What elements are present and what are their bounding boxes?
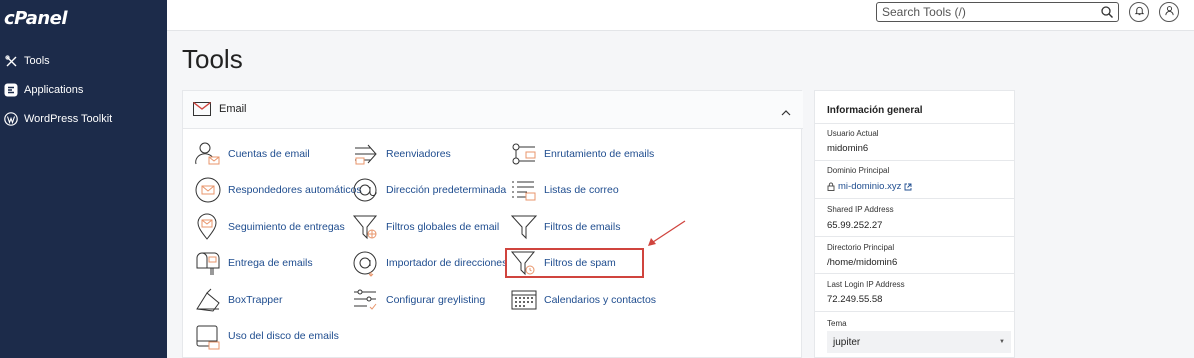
address-importer-icon <box>351 248 381 278</box>
tool-label: Reenviadores <box>386 148 451 160</box>
tool-label: Enrutamiento de emails <box>544 148 655 160</box>
tool-label: Seguimiento de entregas <box>228 221 345 233</box>
home-directory-value: /home/midomin6 <box>827 257 898 268</box>
email-routing-icon <box>509 139 539 169</box>
email-panel-title: Email <box>219 103 247 115</box>
mailing-lists-icon <box>509 175 539 205</box>
last-login-value: 72.249.55.58 <box>827 294 883 305</box>
autoresponders-icon <box>193 175 223 205</box>
tool-label: Cuentas de email <box>228 148 310 160</box>
tool-email-disk-usage[interactable]: Uso del disco de emails <box>193 321 339 351</box>
email-panel-header[interactable]: Email <box>183 91 803 129</box>
sidebar-item-label: Applications <box>24 84 84 96</box>
user-menu-button[interactable] <box>1159 2 1179 22</box>
current-user-label: Usuario Actual <box>827 129 879 138</box>
tool-label: Calendarios y contactos <box>544 294 657 306</box>
shared-ip-label: Shared IP Address <box>827 205 894 214</box>
theme-select[interactable]: jupiter ▼ <box>827 331 1011 353</box>
tool-boxtrapper[interactable]: BoxTrapper <box>193 285 282 315</box>
search-box <box>876 2 1119 22</box>
theme-label: Tema <box>827 319 847 328</box>
sidebar-item-label: Tools <box>24 55 50 67</box>
user-icon <box>1164 3 1175 21</box>
tool-address-importer[interactable]: Importador de direcciones <box>351 248 507 278</box>
envelope-icon <box>193 101 211 121</box>
tool-email-delivery[interactable]: Entrega de emails <box>193 248 313 278</box>
tool-label: Filtros de emails <box>544 221 621 233</box>
tool-label: Entrega de emails <box>228 257 313 269</box>
wordpress-icon <box>4 112 18 126</box>
tool-email-accounts[interactable]: Cuentas de email <box>193 139 310 169</box>
email-delivery-icon <box>193 248 223 278</box>
info-row-current-user: Usuario Actual midomin6 <box>815 123 1014 160</box>
default-address-icon <box>351 175 381 205</box>
top-header <box>167 0 1194 31</box>
info-row-primary-domain: Dominio Principal mi-dominio.xyz <box>815 160 1014 198</box>
tool-label: Uso del disco de emails <box>228 330 339 342</box>
sidebar-item-tools[interactable]: Tools <box>0 49 167 73</box>
annotation-arrow-icon <box>648 220 686 246</box>
email-accounts-icon <box>193 139 223 169</box>
primary-domain-value: mi-dominio.xyz <box>827 181 912 192</box>
chevron-up-icon[interactable] <box>781 104 791 122</box>
info-row-shared-ip: Shared IP Address 65.99.252.27 <box>815 198 1014 236</box>
info-row-home-directory: Directorio Principal /home/midomin6 <box>815 236 1014 273</box>
tool-track-delivery[interactable]: Seguimiento de entregas <box>193 212 345 242</box>
tool-label: BoxTrapper <box>228 294 283 306</box>
tool-autoresponders[interactable]: Respondedores automáticos <box>193 175 362 205</box>
search-input[interactable] <box>877 3 1097 21</box>
tool-label: Importador de direcciones <box>386 257 508 269</box>
dropdown-arrow-icon: ▼ <box>999 339 1005 345</box>
tool-label: Respondedores automáticos <box>228 184 362 196</box>
email-filters-icon <box>509 212 539 242</box>
general-info-title: Información general <box>827 105 923 116</box>
sidebar-item-wordpress-toolkit[interactable]: WordPress Toolkit <box>0 107 167 131</box>
search-icon[interactable] <box>1100 5 1114 19</box>
tool-default-address[interactable]: Dirección predeterminada <box>351 175 506 205</box>
tool-label: Filtros globales de email <box>386 221 500 233</box>
forwarders-icon <box>351 139 381 169</box>
tool-label: Listas de correo <box>544 184 619 196</box>
external-link-icon[interactable] <box>904 183 912 191</box>
current-user-value: midomin6 <box>827 143 869 154</box>
global-filters-icon <box>351 212 381 242</box>
primary-domain-link[interactable]: mi-dominio.xyz <box>838 181 901 192</box>
greylisting-icon <box>351 285 381 315</box>
last-login-label: Last Login IP Address <box>827 280 905 289</box>
boxtrapper-icon <box>193 285 223 315</box>
track-delivery-icon <box>193 212 223 242</box>
notifications-button[interactable] <box>1129 2 1149 22</box>
theme-value: jupiter <box>833 336 861 348</box>
tool-label: Configurar greylisting <box>386 294 486 306</box>
tool-calendars-contacts[interactable]: Calendarios y contactos <box>509 285 656 315</box>
shared-ip-value: 65.99.252.27 <box>827 220 883 231</box>
home-directory-label: Directorio Principal <box>827 243 895 252</box>
tool-greylisting[interactable]: Configurar greylisting <box>351 285 485 315</box>
tool-global-filters[interactable]: Filtros globales de email <box>351 212 499 242</box>
tool-email-routing[interactable]: Enrutamiento de emails <box>509 139 654 169</box>
sidebar-item-applications[interactable]: Applications <box>0 78 167 102</box>
tool-label: Dirección predeterminada <box>386 184 507 196</box>
tool-email-filters[interactable]: Filtros de emails <box>509 212 620 242</box>
primary-domain-label: Dominio Principal <box>827 166 890 175</box>
applications-icon <box>4 83 18 97</box>
bell-icon <box>1134 3 1145 21</box>
lock-icon <box>827 182 835 191</box>
tool-mailing-lists[interactable]: Listas de correo <box>509 175 619 205</box>
email-disk-usage-icon <box>193 321 223 351</box>
tools-icon <box>4 54 18 68</box>
tool-forwarders[interactable]: Reenviadores <box>351 139 451 169</box>
sidebar-item-label: WordPress Toolkit <box>24 113 113 125</box>
info-row-last-login: Last Login IP Address 72.249.55.58 <box>815 273 1014 311</box>
general-info-panel: Información general Usuario Actual midom… <box>814 90 1015 358</box>
spam-filters-highlight <box>505 248 644 278</box>
cpanel-logo[interactable]: cPanel <box>4 8 68 29</box>
sidebar: cPanel Tools Applications WordPress Tool… <box>0 0 167 358</box>
page-title: Tools <box>182 44 243 74</box>
calendars-icon <box>509 285 539 315</box>
